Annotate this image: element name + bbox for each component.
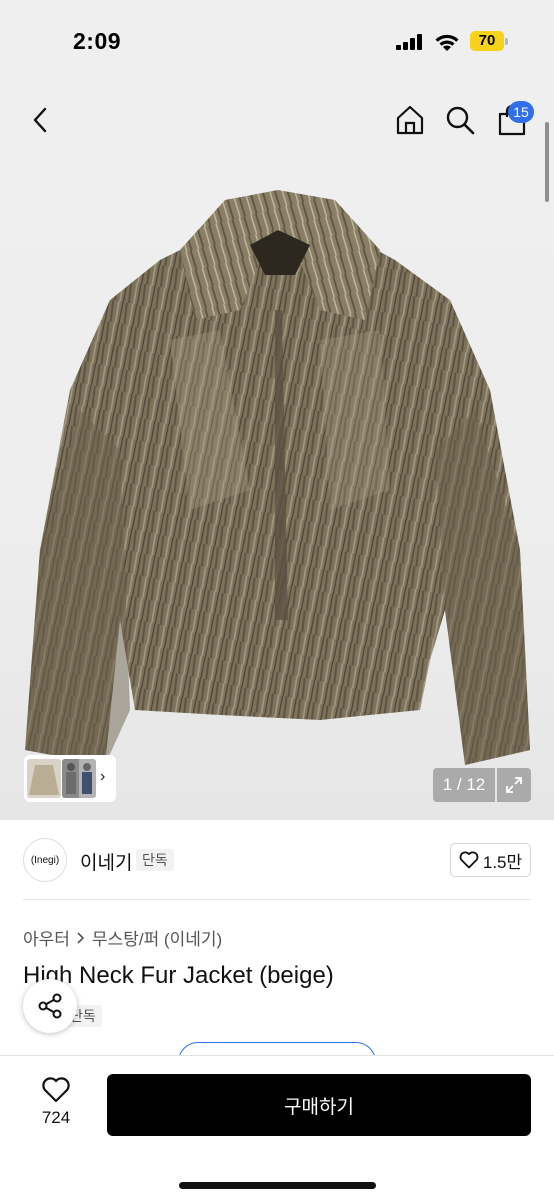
search-button[interactable] [440,100,480,140]
brand-logo[interactable]: (Inegi) [23,838,67,882]
search-icon [446,106,475,135]
brand-like-button[interactable]: 1.5만 [450,843,531,877]
scrollbar[interactable] [545,122,549,202]
thumbnail-strip[interactable]: › [24,755,116,802]
breadcrumb: 아우터 무스탕/퍼 (이네기) [23,925,222,950]
heart-icon [42,1077,70,1103]
expand-icon [506,777,522,793]
wishlist-count: 724 [41,1108,71,1127]
wifi-icon [435,34,459,51]
partially-hidden-row [0,1040,554,1056]
share-button[interactable] [23,979,77,1033]
divider [23,899,531,900]
coupon-pill[interactable] [178,1042,376,1056]
exclusive-badge: 단독 [136,849,174,871]
battery-icon: 70 [470,31,508,51]
cellular-signal-icon [396,34,422,50]
thumbnail-image[interactable] [62,759,96,798]
product-title: High Neck Fur Jacket (beige) [23,962,334,989]
jacket-thumbnail [29,765,59,795]
home-button[interactable] [390,100,430,140]
battery-level: 70 [470,31,504,51]
chevron-left-icon [33,107,47,133]
brand-row: (Inegi) 이네기 단독 1.5만 [0,820,554,900]
thumbnail-more-arrow[interactable]: › [100,768,105,786]
brand-like-count: 1.5만 [482,852,523,872]
status-bar: 2:09 70 [0,0,554,80]
status-time: 2:09 [73,28,122,54]
expand-button[interactable] [497,768,531,802]
image-counter: 1 / 12 [433,768,495,802]
wishlist-button[interactable]: 724 [30,1076,82,1134]
model-thumbnail [62,759,96,798]
fur-jacket-image [25,190,530,765]
thumbnail-image[interactable] [27,759,61,798]
home-indicator [179,1182,376,1189]
bottom-action-bar: 724 구매하기 [0,1055,554,1200]
cart-count-badge: 15 [508,101,534,123]
heart-icon [459,851,479,869]
breadcrumb-subcategory[interactable]: 무스탕/퍼 (이네기) [92,925,222,950]
chevron-right-icon [77,931,85,944]
product-image-gallery[interactable]: › 1 / 12 [0,80,554,820]
buy-button[interactable]: 구매하기 [107,1074,531,1136]
brand-name[interactable]: 이네기 [80,848,132,875]
home-icon [396,105,424,135]
breadcrumb-category[interactable]: 아우터 [23,925,70,950]
share-icon [38,993,62,1019]
back-button[interactable] [20,100,60,140]
